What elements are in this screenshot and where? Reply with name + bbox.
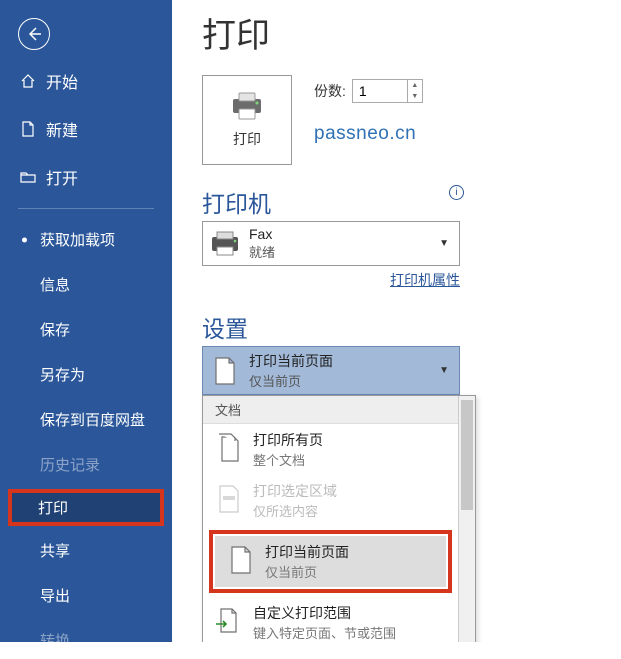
nav-history-label: 历史记录 <box>40 457 100 474</box>
option-print-all-pages[interactable]: 打印所有页 整个文档 <box>203 424 458 475</box>
opt-all-title: 打印所有页 <box>253 430 323 450</box>
page-title: 打印 <box>202 8 621 57</box>
printer-name: Fax <box>249 226 435 242</box>
printer-status: 就绪 <box>249 242 435 261</box>
main-panel: 打印 打印 份数: ▲ ▼ <box>172 0 621 642</box>
print-range-picker[interactable]: 打印当前页面 仅当前页 ▼ <box>202 346 460 395</box>
nav-save-as[interactable]: 另存为 <box>0 356 172 393</box>
caret-down-icon: ▼ <box>439 365 449 376</box>
nav-home[interactable]: 开始 <box>0 62 172 100</box>
print-range-dropdown: 文档 打印所有页 整个文档 <box>202 395 476 642</box>
open-folder-icon <box>20 169 36 185</box>
copies-up-icon[interactable]: ▲ <box>408 80 422 91</box>
opt-sel-sub: 仅所选内容 <box>253 501 337 520</box>
printer-info-icon[interactable]: i <box>449 185 464 200</box>
nav-export-label: 导出 <box>40 588 70 605</box>
printer-icon <box>229 91 265 121</box>
print-button-label: 打印 <box>233 129 261 149</box>
page-icon <box>223 542 259 578</box>
opt-cur-title: 打印当前页面 <box>265 542 349 562</box>
settings-section-title: 设置 <box>202 310 621 344</box>
opt-custom-title: 自定义打印范围 <box>253 603 396 623</box>
range-selected-title: 打印当前页面 <box>249 351 435 371</box>
print-button[interactable]: 打印 <box>202 75 292 165</box>
range-selected-sub: 仅当前页 <box>249 371 435 390</box>
caret-down-icon: ▼ <box>439 238 449 249</box>
nav-save-baidu[interactable]: 保存到百度网盘 <box>0 401 172 438</box>
printer-properties-link[interactable]: 打印机属性 <box>202 270 460 290</box>
copies-down-icon[interactable]: ▼ <box>408 91 422 102</box>
opt-sel-title: 打印选定区域 <box>253 481 337 501</box>
nav-info-label: 信息 <box>40 277 70 294</box>
nav-open-label: 打开 <box>46 165 78 189</box>
nav-new[interactable]: 新建 <box>0 110 172 148</box>
highlight-box: 打印当前页面 仅当前页 <box>209 530 452 593</box>
back-arrow-icon <box>25 25 43 43</box>
option-custom-range[interactable]: 自定义打印范围 键入特定页面、节或范围 <box>203 597 458 642</box>
new-doc-icon <box>20 121 36 137</box>
nav-transform[interactable]: 转换 <box>0 622 172 659</box>
back-button[interactable] <box>18 18 50 50</box>
scrollbar-thumb[interactable] <box>461 400 473 510</box>
watermark-text: passneo.cn <box>314 123 423 145</box>
dropdown-scrollbar[interactable] <box>458 396 475 642</box>
nav-save[interactable]: 保存 <box>0 311 172 348</box>
opt-cur-sub: 仅当前页 <box>265 562 349 581</box>
nav-share[interactable]: 共享 <box>0 532 172 569</box>
opt-all-sub: 整个文档 <box>253 450 323 469</box>
nav-get-addons-label: 获取加载项 <box>40 232 115 249</box>
option-print-selection: 打印选定区域 仅所选内容 <box>203 475 458 526</box>
page-arrow-icon <box>211 603 247 639</box>
nav-open[interactable]: 打开 <box>0 158 172 196</box>
copies-label: 份数: <box>314 81 346 101</box>
nav-info[interactable]: 信息 <box>0 266 172 303</box>
option-print-current-page[interactable]: 打印当前页面 仅当前页 <box>215 536 446 587</box>
nav-export[interactable]: 导出 <box>0 577 172 614</box>
nav-print-label: 打印 <box>38 500 68 517</box>
printer-section-title: 打印机 <box>202 185 271 219</box>
nav-home-label: 开始 <box>46 69 78 93</box>
nav-separator <box>18 208 154 209</box>
copies-input[interactable] <box>353 80 407 102</box>
nav-save-baidu-label: 保存到百度网盘 <box>40 412 145 429</box>
home-icon <box>20 73 36 89</box>
fax-icon <box>209 229 241 259</box>
dropdown-section-document: 文档 <box>203 396 458 424</box>
nav-save-label: 保存 <box>40 322 70 339</box>
nav-share-label: 共享 <box>40 543 70 560</box>
pages-stack-icon <box>211 430 247 466</box>
nav-new-label: 新建 <box>46 117 78 141</box>
page-icon <box>209 356 241 386</box>
nav-get-addons[interactable]: 获取加载项 <box>0 221 172 258</box>
copies-spinner[interactable]: ▲ ▼ <box>352 79 423 103</box>
opt-custom-sub: 键入特定页面、节或范围 <box>253 623 396 642</box>
page-selection-icon <box>211 481 247 517</box>
nav-print[interactable]: 打印 <box>8 489 164 526</box>
sidebar: 开始 新建 打开 获取加载项 信息 保存 另存为 保存到百度网盘 历史记录 打印… <box>0 0 172 642</box>
nav-save-as-label: 另存为 <box>40 367 85 384</box>
printer-picker[interactable]: Fax 就绪 ▼ <box>202 221 460 266</box>
nav-history[interactable]: 历史记录 <box>0 446 172 483</box>
